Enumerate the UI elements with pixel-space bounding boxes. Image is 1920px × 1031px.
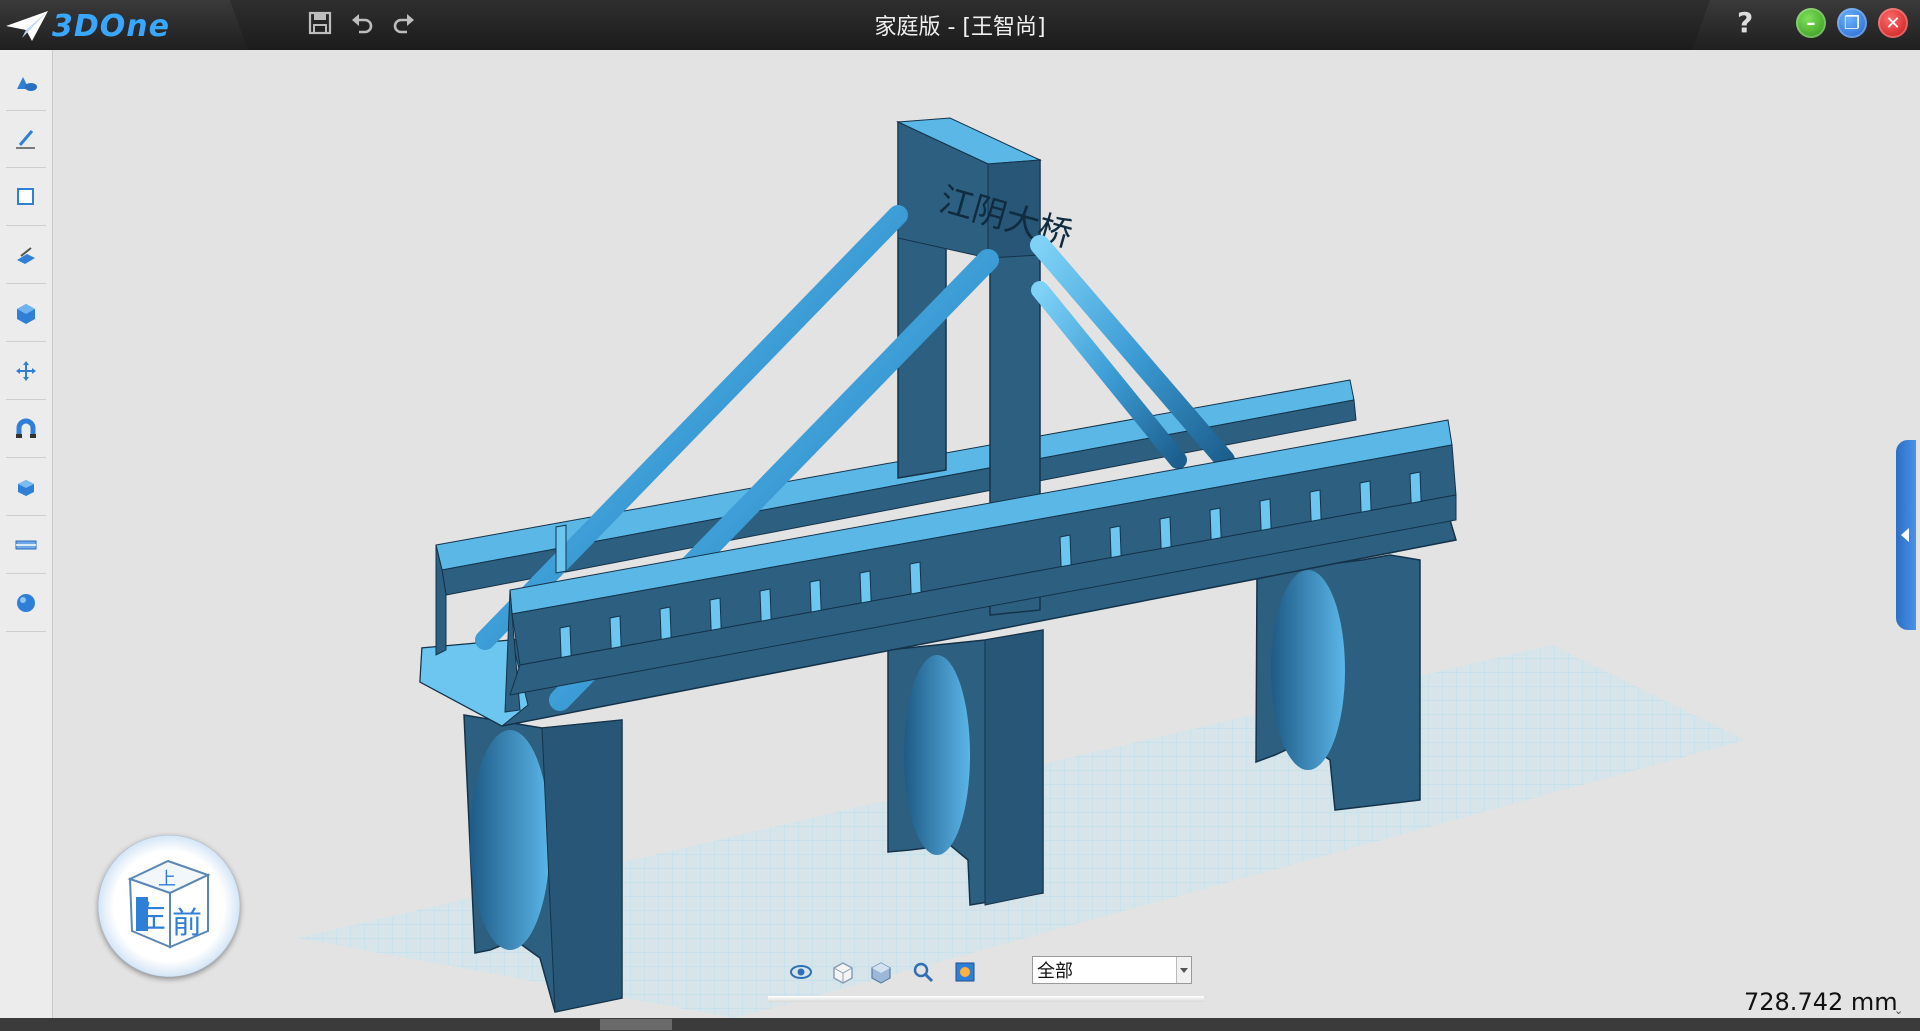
- color-render-tool[interactable]: [6, 580, 46, 632]
- selection-filter-dropdown[interactable]: 全部: [1032, 956, 1192, 984]
- bottom-toolbar-shadow: [768, 996, 1204, 1002]
- zoom-icon[interactable]: [910, 959, 936, 985]
- minimize-button[interactable]: –: [1796, 8, 1826, 38]
- measure-readout: 728.742 mm: [1744, 988, 1898, 1016]
- combination-edit-icon: [18, 480, 34, 496]
- view-cube-graphic: 上 左 前: [127, 859, 211, 949]
- feature-modeling-icon: [17, 247, 35, 264]
- solid-cube-icon[interactable]: [868, 959, 894, 985]
- special-function-tool[interactable]: [6, 290, 46, 342]
- feature-modeling-tool[interactable]: [6, 232, 46, 284]
- magnet-tool[interactable]: [6, 406, 46, 458]
- basic-solid-icon: [17, 77, 37, 91]
- basic-solid-tool[interactable]: [6, 59, 46, 111]
- special-function-icon: [17, 304, 35, 324]
- left-toolbar: [0, 50, 53, 1018]
- view-icon[interactable]: [788, 959, 814, 985]
- distance-measure-icon: [15, 540, 37, 550]
- horizontal-scrollbar-thumb[interactable]: [600, 1019, 672, 1030]
- title-bar: 3DOne 家庭版 - [王智尚] ? – ❐ ✕: [0, 0, 1920, 50]
- restore-icon: ❐: [1843, 12, 1861, 34]
- status-bar: [0, 1018, 1920, 1031]
- distance-measure-tool[interactable]: [6, 522, 46, 574]
- wireframe-cube-icon[interactable]: [830, 959, 856, 985]
- combination-edit-tool[interactable]: [6, 464, 46, 516]
- selection-filter-value: 全部: [1037, 961, 1073, 982]
- sketch-edit-tool[interactable]: [6, 174, 46, 226]
- close-button[interactable]: ✕: [1878, 8, 1908, 38]
- basic-edit-tool[interactable]: [6, 348, 46, 400]
- measure-dropdown-icon[interactable]: ⌄: [1894, 1004, 1903, 1017]
- view-cube-front-label: 前: [172, 906, 202, 941]
- restore-button[interactable]: ❐: [1837, 8, 1867, 38]
- view-cube-left-label: 左: [136, 900, 166, 935]
- basic-edit-icon: [16, 361, 36, 381]
- view-cube[interactable]: 上 左 前: [98, 835, 240, 977]
- magnet-icon: [16, 418, 36, 438]
- 3d-viewport[interactable]: 江阴大桥: [53, 50, 1920, 1018]
- help-button[interactable]: ?: [1737, 6, 1753, 39]
- minimize-icon: –: [1806, 12, 1816, 34]
- window-title: 家庭版 - [王智尚]: [874, 15, 1046, 40]
- sketch-tool[interactable]: [6, 116, 46, 168]
- close-icon: ✕: [1885, 12, 1901, 34]
- view-cube-top-label: 上: [158, 869, 176, 890]
- 3d-scene[interactable]: 江阴大桥: [53, 50, 1920, 1018]
- side-panel-toggle[interactable]: [1896, 440, 1916, 630]
- sketch-icon: [16, 130, 35, 149]
- render-icon[interactable]: [952, 959, 978, 985]
- chevron-down-icon[interactable]: [1176, 957, 1191, 983]
- sketch-edit-icon: [17, 188, 34, 205]
- color-render-icon: [17, 594, 35, 612]
